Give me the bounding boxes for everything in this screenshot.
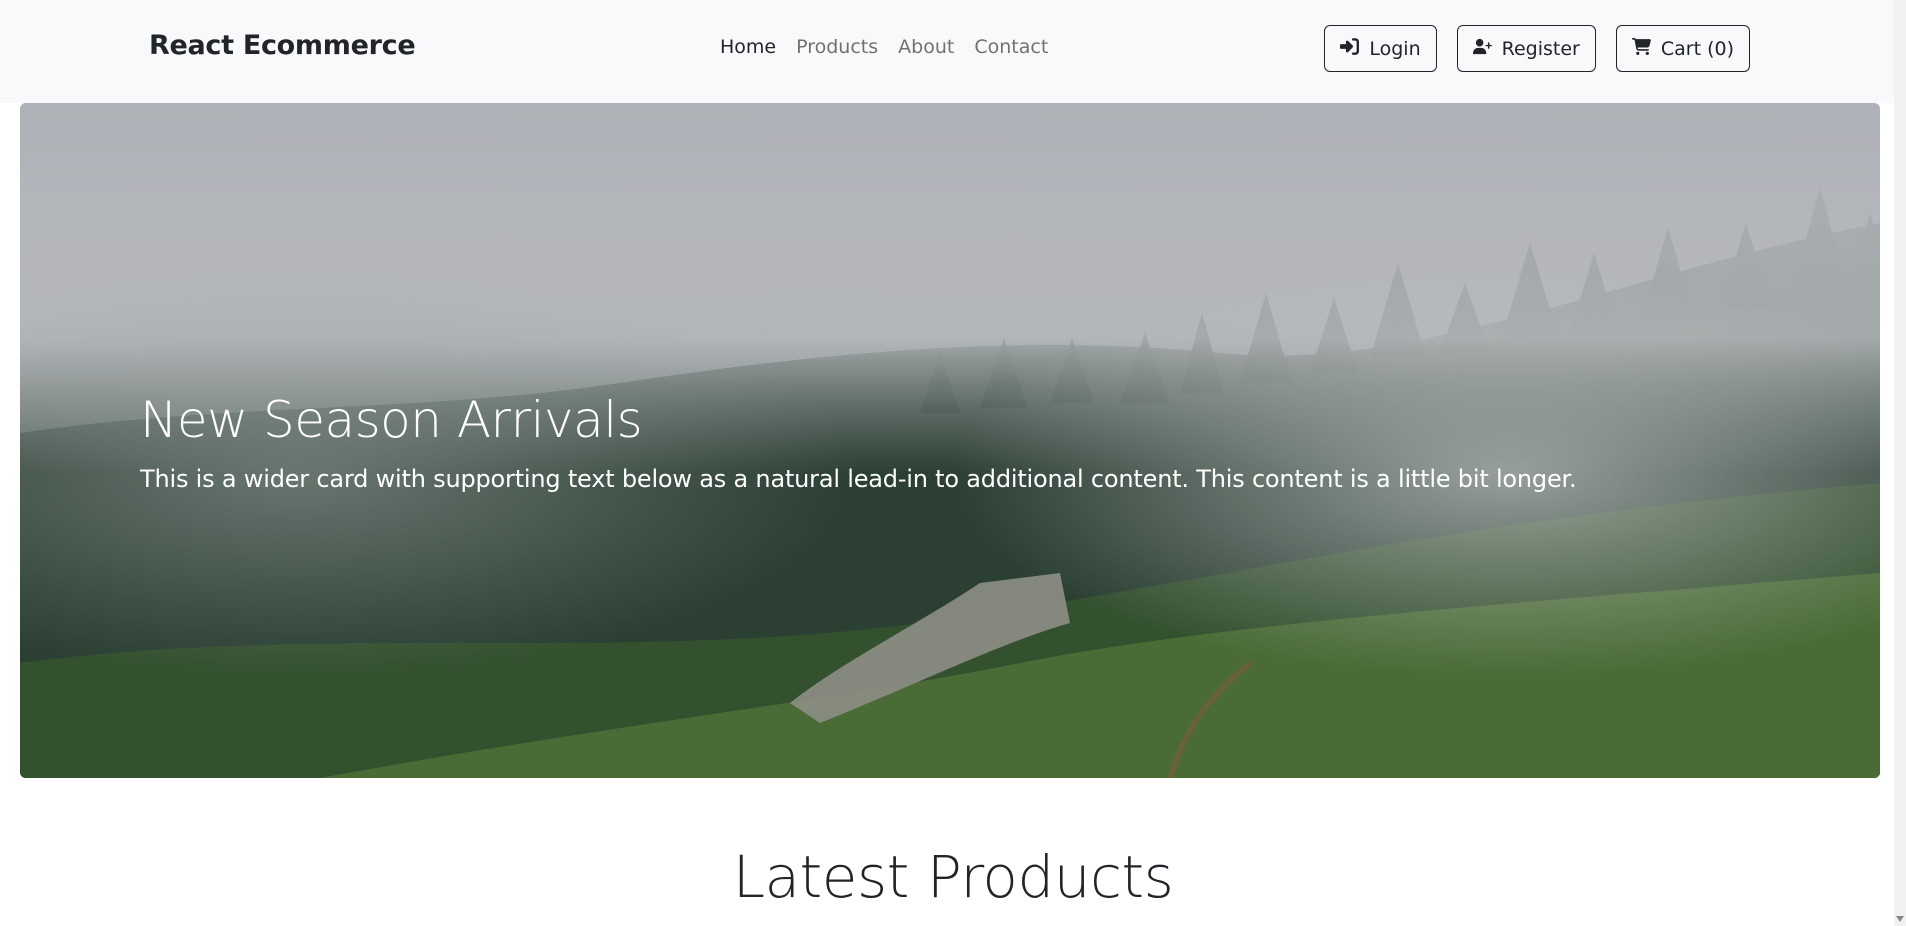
hero-banner: New Season Arrivals This is a wider card… — [20, 103, 1880, 778]
cart-label: Cart (0) — [1660, 37, 1734, 60]
navbar: React Ecommerce Home Products About Cont… — [0, 0, 1906, 103]
hero-subtitle: This is a wider card with supporting tex… — [140, 465, 1577, 493]
nav-link-about[interactable]: About — [898, 36, 954, 58]
nav-buttons: Login Register Cart (0) — [1324, 25, 1750, 72]
nav-link-products[interactable]: Products — [796, 36, 878, 58]
user-plus-icon — [1472, 37, 1492, 61]
cart-button[interactable]: Cart (0) — [1615, 25, 1750, 72]
brand-logo[interactable]: React Ecommerce — [149, 30, 416, 61]
nav-link-home[interactable]: Home — [720, 36, 776, 58]
login-button[interactable]: Login — [1324, 25, 1437, 72]
register-label: Register — [1501, 37, 1580, 60]
nav-link-contact[interactable]: Contact — [974, 36, 1048, 58]
login-label: Login — [1369, 37, 1421, 60]
hero-title: New Season Arrivals — [140, 391, 643, 449]
page-scrollbar[interactable] — [1894, 0, 1906, 926]
scroll-down-arrow-icon[interactable] — [1896, 916, 1904, 924]
shopping-cart-icon — [1631, 37, 1651, 61]
latest-products-title: Latest Products — [732, 843, 1174, 911]
sign-in-icon — [1340, 37, 1360, 61]
hero-text: New Season Arrivals This is a wider card… — [140, 391, 1577, 493]
register-button[interactable]: Register — [1456, 25, 1596, 72]
nav-links: Home Products About Contact — [720, 36, 1048, 58]
page: React Ecommerce Home Products About Cont… — [0, 0, 1906, 926]
